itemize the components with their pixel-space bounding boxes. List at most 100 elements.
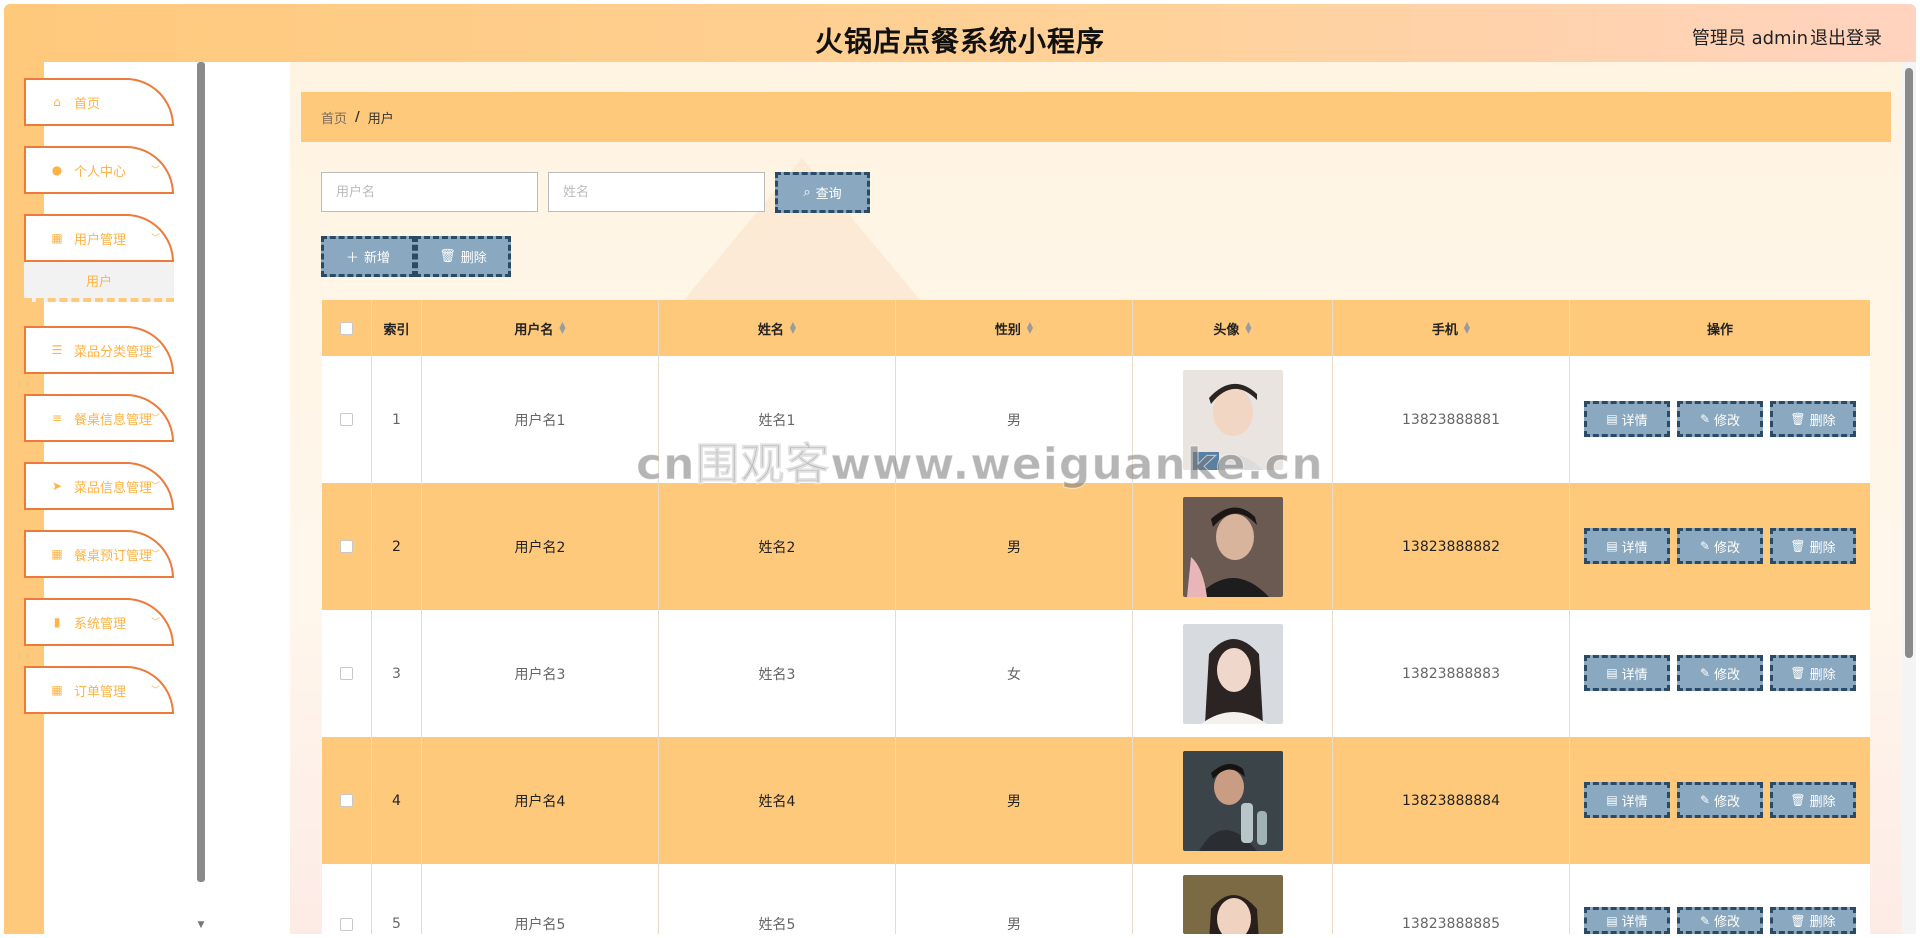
scroll-down-arrow-icon[interactable]: ▼: [196, 920, 206, 930]
sidebar-item-label: 订单管理: [74, 684, 127, 700]
batch-delete-button[interactable]: 🗑 删除: [415, 236, 511, 277]
cell-phone: 13823888882: [1333, 483, 1570, 610]
cell-phone: 13823888881: [1333, 356, 1570, 483]
chevron-down-icon: ﹀: [150, 166, 160, 176]
sidebar-scroll-thumb[interactable]: [197, 62, 205, 882]
list-icon: ≡: [51, 411, 63, 425]
sort-icon[interactable]: ▲ ▼: [1027, 321, 1033, 335]
sidebar-item-label: 个人中心: [74, 164, 127, 180]
sidebar-item-system[interactable]: ▮ 系统管理 ﹀: [24, 598, 174, 646]
delete-button[interactable]: 🗑 删除: [1770, 907, 1856, 934]
username-search-input[interactable]: [321, 172, 538, 212]
delete-button[interactable]: 🗑 删除: [1770, 655, 1856, 691]
chevron-down-icon: ﹀: [150, 686, 160, 696]
row-checkbox[interactable]: [340, 540, 353, 553]
row-checkbox[interactable]: [340, 917, 353, 931]
breadcrumb-home[interactable]: 首页: [321, 108, 347, 127]
detail-button[interactable]: ▤ 详情: [1584, 907, 1670, 934]
sort-icon[interactable]: ▲ ▼: [790, 321, 796, 335]
cell-name: 姓名2: [659, 483, 896, 610]
sort-icon[interactable]: ▲ ▼: [559, 321, 565, 335]
delete-label: 删除: [1809, 540, 1836, 556]
logout-link[interactable]: 退出登录: [1810, 24, 1882, 50]
col-username-label: 用户名: [514, 322, 554, 338]
edit-button[interactable]: ✎ 修改: [1677, 528, 1763, 564]
delete-button[interactable]: 🗑 删除: [1770, 401, 1856, 437]
document-icon: ▤: [1606, 913, 1618, 928]
sidebar-item-label: 系统管理: [74, 616, 127, 632]
detail-button[interactable]: ▤ 详情: [1584, 401, 1670, 437]
chevron-down-icon: ﹀: [150, 346, 160, 356]
edit-icon: ✎: [1699, 666, 1711, 680]
home-icon: ⌂: [53, 95, 61, 109]
edit-button[interactable]: ✎ 修改: [1677, 401, 1763, 437]
avatar-image[interactable]: [1182, 750, 1283, 851]
cell-index: 1: [372, 356, 422, 483]
trash-icon: 🗑: [1790, 793, 1806, 807]
cell-avatar: [1133, 483, 1333, 610]
cell-name: 姓名4: [659, 737, 896, 864]
col-gender[interactable]: 性别 ▲ ▼: [896, 300, 1133, 356]
sidebar-item-label: 用户管理: [74, 232, 127, 248]
row-checkbox[interactable]: [340, 413, 353, 426]
sidebar-subitem-users[interactable]: 用户: [24, 262, 174, 302]
table-row: 5 用户名5 姓名5 男 13823888885 ▤ 详情 ✎ 修改 🗑 删除: [322, 864, 1870, 934]
col-gender-label: 性别: [994, 322, 1021, 338]
grid-icon: ▦: [51, 231, 63, 245]
edit-button[interactable]: ✎ 修改: [1677, 782, 1763, 818]
col-username[interactable]: 用户名 ▲ ▼: [422, 300, 659, 356]
query-button[interactable]: ⌕ 查询: [775, 172, 870, 213]
row-select-cell: [322, 737, 372, 864]
chevron-down-icon: ﹀: [150, 234, 160, 244]
col-phone[interactable]: 手机 ▲ ▼: [1333, 300, 1570, 356]
trash-icon: 🗑: [1790, 412, 1806, 426]
sidebar-scrollbar[interactable]: ▼: [196, 62, 206, 934]
add-button[interactable]: ＋ 新增: [321, 236, 415, 277]
avatar-image[interactable]: [1182, 496, 1283, 597]
app-title: 火锅店点餐系统小程序: [814, 25, 1105, 58]
avatar-image[interactable]: [1182, 623, 1283, 724]
detail-button[interactable]: ▤ 详情: [1584, 655, 1670, 691]
row-checkbox[interactable]: [340, 794, 353, 807]
detail-button[interactable]: ▤ 详情: [1584, 782, 1670, 818]
col-name[interactable]: 姓名 ▲ ▼: [659, 300, 896, 356]
sidebar-item-personal-center[interactable]: ● 个人中心 ﹀: [24, 146, 174, 194]
sort-icon[interactable]: ▲ ▼: [1464, 321, 1470, 335]
row-select-cell: [322, 356, 372, 483]
select-all-checkbox[interactable]: [340, 321, 353, 335]
sidebar-item-user-management[interactable]: ▦ 用户管理 ﹀: [24, 214, 174, 262]
chevron-down-icon: ﹀: [150, 414, 160, 424]
col-avatar[interactable]: 头像 ▲ ▼: [1133, 300, 1333, 356]
sort-icon[interactable]: ▲ ▼: [1245, 321, 1251, 335]
name-search-input[interactable]: [548, 172, 765, 212]
delete-label: 删除: [1809, 413, 1836, 429]
edit-button[interactable]: ✎ 修改: [1677, 655, 1763, 691]
page-scrollbar[interactable]: [1902, 62, 1916, 934]
page-scroll-thumb[interactable]: [1905, 68, 1913, 658]
cell-phone: 13823888884: [1333, 737, 1570, 864]
edit-button[interactable]: ✎ 修改: [1677, 907, 1763, 934]
row-select-cell: [322, 483, 372, 610]
sidebar-item-label: 餐桌预订管理: [74, 548, 153, 564]
sidebar-item-orders[interactable]: ▦ 订单管理 ﹀: [24, 666, 174, 714]
delete-button[interactable]: 🗑 删除: [1770, 782, 1856, 818]
row-checkbox[interactable]: [340, 667, 353, 680]
delete-label: 删除: [460, 251, 487, 266]
detail-button[interactable]: ▤ 详情: [1584, 528, 1670, 564]
sidebar-item-table-info[interactable]: ≡ 餐桌信息管理 ﹀: [24, 394, 174, 442]
sidebar-item-table-booking[interactable]: ▦ 餐桌预订管理 ﹀: [24, 530, 174, 578]
sidebar-item-home[interactable]: ⌂ 首页: [24, 78, 174, 126]
sidebar-item-label: 首页: [74, 96, 101, 112]
sidebar-item-dish-category[interactable]: ☰ 菜品分类管理 ﹀: [24, 326, 174, 374]
row-select-cell: [322, 864, 372, 934]
detail-label: 详情: [1621, 794, 1648, 810]
cell-username: 用户名1: [422, 356, 659, 483]
content-gutter: [206, 62, 290, 934]
avatar-image[interactable]: [1182, 875, 1283, 934]
grid-icon: ▦: [51, 683, 63, 697]
sidebar-item-label: 餐桌信息管理: [74, 412, 153, 428]
delete-button[interactable]: 🗑 删除: [1770, 528, 1856, 564]
sidebar-item-dish-info[interactable]: ➤ 菜品信息管理 ﹀: [24, 462, 174, 510]
cell-actions: ▤ 详情 ✎ 修改 🗑 删除: [1570, 737, 1870, 864]
cell-actions: ▤ 详情 ✎ 修改 🗑 删除: [1570, 864, 1870, 934]
